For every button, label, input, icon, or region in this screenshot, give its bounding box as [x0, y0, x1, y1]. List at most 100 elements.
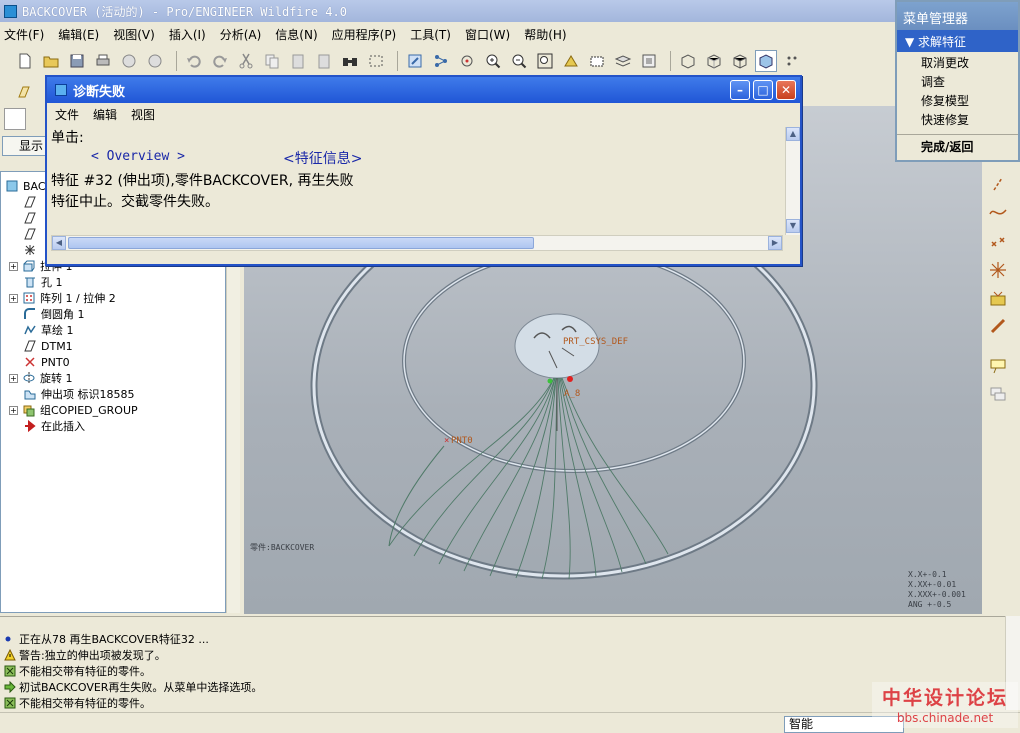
no-hidden-icon[interactable]: [729, 50, 751, 72]
zoom-out-icon[interactable]: [508, 50, 530, 72]
message-line: 不能相交带有特征的零件。: [4, 663, 151, 679]
menu-tools[interactable]: 工具(T): [410, 26, 451, 43]
hidden-line-icon[interactable]: [703, 50, 725, 72]
tree-item[interactable]: 伸出项 标识18585: [23, 386, 135, 402]
view-manager-icon[interactable]: [638, 50, 660, 72]
paste-special-icon[interactable]: [313, 50, 335, 72]
tree-item[interactable]: [23, 210, 41, 226]
dialog-vertical-scrollbar[interactable]: ▲ ▼: [785, 127, 800, 235]
model-tree-icon[interactable]: [430, 50, 452, 72]
menu-manager-fix-model[interactable]: 修复模型: [897, 90, 1018, 109]
horizontal-scroll-thumb[interactable]: [68, 237, 534, 249]
scroll-right-arrow-icon[interactable]: ▶: [768, 236, 782, 250]
scroll-down-arrow-icon[interactable]: ▼: [786, 219, 800, 233]
chain-tool-icon[interactable]: [986, 314, 1010, 338]
menu-analysis[interactable]: 分析(A): [220, 26, 262, 43]
message-text: 正在从78 再生BACKCOVER特征32 ...: [19, 633, 209, 646]
tree-item[interactable]: [23, 194, 41, 210]
tree-item[interactable]: PNT0: [23, 354, 70, 370]
menu-file[interactable]: 文件(F): [4, 26, 44, 43]
shading-icon[interactable]: [755, 50, 777, 72]
note-tool-icon[interactable]: [986, 382, 1010, 406]
menu-help[interactable]: 帮助(H): [524, 26, 566, 43]
send-mail-button[interactable]: [118, 50, 140, 72]
redo-button[interactable]: [209, 50, 231, 72]
part-icon: [5, 179, 19, 193]
tree-expand-toggle[interactable]: +: [9, 405, 18, 415]
tree-item[interactable]: + 旋转 1: [9, 370, 73, 386]
annotation-tool-icon[interactable]: [986, 354, 1010, 378]
tree-item[interactable]: DTM1: [23, 338, 73, 354]
layers-icon[interactable]: [612, 50, 634, 72]
new-file-button[interactable]: [14, 50, 36, 72]
menu-applications[interactable]: 应用程序(P): [332, 26, 397, 43]
tree-item[interactable]: 孔 1: [23, 274, 63, 290]
print-button[interactable]: [92, 50, 114, 72]
tree-expand-toggle[interactable]: +: [9, 293, 18, 303]
dialog-menu-view[interactable]: 视图: [131, 106, 155, 123]
dialog-title-bar[interactable]: 诊断失败 – □ ✕: [47, 77, 800, 103]
find-binoculars-icon[interactable]: [339, 50, 361, 72]
tree-item[interactable]: + 阵列 1 / 拉伸 2: [9, 290, 116, 306]
menu-view[interactable]: 视图(V): [113, 26, 155, 43]
wireframe-icon[interactable]: [677, 50, 699, 72]
zoom-in-icon[interactable]: [482, 50, 504, 72]
info-dot-icon: [4, 633, 16, 645]
scroll-up-arrow-icon[interactable]: ▲: [786, 127, 800, 141]
more-options-icon[interactable]: [781, 50, 803, 72]
dialog-menu-file[interactable]: 文件: [55, 106, 79, 123]
spin-center-icon[interactable]: [456, 50, 478, 72]
overview-link[interactable]: < Overview >: [91, 149, 185, 164]
cut-icon[interactable]: [235, 50, 257, 72]
refit-icon[interactable]: [534, 50, 556, 72]
dialog-horizontal-scrollbar[interactable]: ◀ ▶: [51, 235, 783, 251]
copy-icon[interactable]: [261, 50, 283, 72]
svg-text:×: ×: [444, 436, 449, 446]
tree-expand-toggle[interactable]: +: [9, 373, 18, 383]
datum-curve-tool-icon[interactable]: [986, 200, 1010, 224]
menu-manager-done-return[interactable]: 完成/返回: [897, 134, 1018, 156]
menu-manager-active-item[interactable]: ▼ 求解特征: [897, 30, 1018, 52]
undo-button[interactable]: [183, 50, 205, 72]
datum-axis-tool-icon[interactable]: [986, 172, 1010, 196]
menu-bar: 文件(F) 编辑(E) 视图(V) 插入(I) 分析(A) 信息(N) 应用程序…: [0, 22, 900, 46]
selection-box-icon[interactable]: [365, 50, 387, 72]
tree-item-label: DTM1: [41, 339, 73, 353]
menu-manager-quick-fix[interactable]: 快速修复: [897, 109, 1018, 128]
saved-views-icon[interactable]: [586, 50, 608, 72]
tree-item[interactable]: 草绘 1: [23, 322, 74, 338]
paste-icon[interactable]: [287, 50, 309, 72]
datum-point-tool-icon[interactable]: [986, 230, 1010, 254]
scroll-left-arrow-icon[interactable]: ◀: [52, 236, 66, 250]
tree-item[interactable]: 在此插入: [23, 418, 85, 434]
menu-manager-title: 菜单管理器: [897, 2, 1018, 30]
menu-insert[interactable]: 插入(I): [169, 26, 206, 43]
menu-info[interactable]: 信息(N): [275, 26, 317, 43]
close-button[interactable]: ✕: [776, 80, 796, 100]
reorient-icon[interactable]: [560, 50, 582, 72]
open-file-button[interactable]: [40, 50, 62, 72]
show-menu-button[interactable]: 显示: [2, 136, 48, 156]
maximize-button[interactable]: □: [753, 80, 773, 100]
tree-item[interactable]: [23, 226, 41, 242]
save-button[interactable]: [66, 50, 88, 72]
csys-tool-icon[interactable]: [986, 258, 1010, 282]
tree-item[interactable]: + 组COPIED_GROUP: [9, 402, 138, 418]
feature-info-link[interactable]: <特征信息>: [283, 148, 362, 168]
menu-manager-investigate[interactable]: 调查: [897, 71, 1018, 90]
tree-item[interactable]: [23, 242, 41, 258]
tree-item-label: 组COPIED_GROUP: [40, 404, 138, 417]
menu-window[interactable]: 窗口(W): [465, 26, 510, 43]
analysis-tool-icon[interactable]: [986, 286, 1010, 310]
regenerate-icon[interactable]: [404, 50, 426, 72]
model-tree-tab-icon[interactable]: [4, 108, 26, 130]
tree-item[interactable]: 倒圆角 1: [23, 306, 85, 322]
minimize-button[interactable]: –: [730, 80, 750, 100]
send-link-button[interactable]: [144, 50, 166, 72]
datum-plane-tool-icon[interactable]: [12, 81, 34, 103]
tree-expand-toggle[interactable]: +: [9, 261, 18, 271]
menu-manager-undo-changes[interactable]: 取消更改: [897, 52, 1018, 71]
message-line: 警告:独立的伸出项被发现了。: [4, 647, 166, 663]
menu-edit[interactable]: 编辑(E): [58, 26, 99, 43]
dialog-menu-edit[interactable]: 编辑: [93, 106, 117, 123]
